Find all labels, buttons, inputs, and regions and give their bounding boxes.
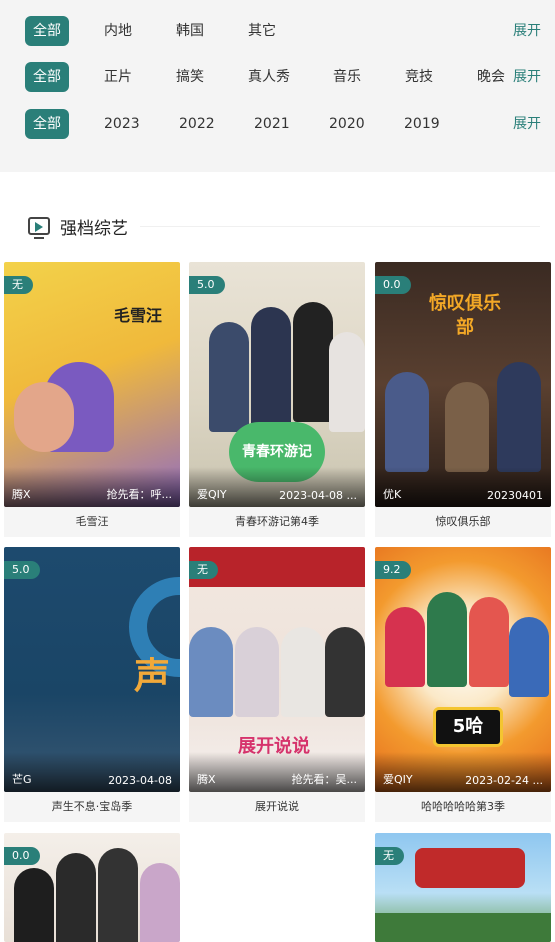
card-title: 毛雪汪 [4, 507, 180, 537]
rating-badge: 0.0 [4, 847, 40, 865]
show-card[interactable]: 5哈 9.2 爱QIY 2023-02-24 ... 哈哈哈哈哈第3季 [375, 547, 551, 822]
region-other-chip[interactable]: 其它 [248, 16, 276, 46]
poster-image: 声 5.0 芒G 2023-04-08 [4, 547, 180, 792]
rating-badge: 无 [189, 561, 218, 579]
genre-expand-button[interactable]: 展开 [513, 62, 541, 92]
section-divider [140, 226, 540, 227]
source-label: 优K [383, 488, 402, 501]
genre-reality-chip[interactable]: 真人秀 [248, 62, 290, 92]
show-card[interactable]: 惊叹俱乐部 0.0 优K 20230401 惊叹俱乐部 [375, 262, 551, 537]
region-korea-chip[interactable]: 韩国 [176, 16, 204, 46]
poster-image: 5哈 9.2 爱QIY 2023-02-24 ... [375, 547, 551, 792]
year-2020-chip[interactable]: 2020 [329, 109, 365, 139]
year-2019-chip[interactable]: 2019 [404, 109, 440, 139]
card-title: 展开说说 [189, 792, 365, 822]
region-expand-button[interactable]: 展开 [513, 16, 541, 46]
show-card[interactable]: 展开说说 无 腾X 抢先看：吴... 展开说说 [189, 547, 365, 822]
rating-badge: 无 [375, 847, 404, 865]
update-info: 20230401 [487, 489, 543, 502]
source-label: 爱QIY [197, 488, 227, 501]
poster-title-text: 惊叹俱乐部 [429, 293, 501, 338]
genre-filter-row: 全部 正片 搞笑 真人秀 音乐 竞技 晚会 展开 [0, 62, 555, 94]
poster-title-text: 声 [134, 656, 171, 697]
card-title: 青春环游记第4季 [189, 507, 365, 537]
show-card[interactable]: 无 [375, 833, 551, 942]
card-title: 惊叹俱乐部 [375, 507, 551, 537]
poster-image: 惊叹俱乐部 0.0 优K 20230401 [375, 262, 551, 507]
poster-image: 毛雪汪 无 腾X 抢先看：呼... [4, 262, 180, 507]
source-label: 芒G [12, 773, 32, 786]
show-card[interactable]: 毛雪汪 无 腾X 抢先看：呼... 毛雪汪 [4, 262, 180, 537]
update-info: 抢先看：呼... [106, 488, 173, 501]
card-title: 声生不息·宝岛季 [4, 792, 180, 822]
source-label: 爱QIY [383, 773, 413, 786]
genre-competition-chip[interactable]: 竞技 [405, 62, 433, 92]
card-title: 哈哈哈哈哈第3季 [375, 792, 551, 822]
genre-gala-chip[interactable]: 晚会 [477, 62, 505, 92]
update-info: 抢先看：吴... [291, 773, 358, 786]
region-mainland-chip[interactable]: 内地 [104, 16, 132, 46]
genre-all-chip[interactable]: 全部 [25, 62, 69, 92]
poster-image: 0.0 [4, 833, 180, 942]
poster-image: 展开说说 无 腾X 抢先看：吴... [189, 547, 365, 792]
year-filter-row: 全部 2023 2022 2021 2020 2019 展开 [0, 109, 555, 141]
region-all-chip[interactable]: 全部 [25, 16, 69, 46]
poster-title-text: 5哈 [433, 707, 503, 747]
rating-badge: 5.0 [189, 276, 225, 294]
year-2022-chip[interactable]: 2022 [179, 109, 215, 139]
show-card[interactable]: 声 5.0 芒G 2023-04-08 声生不息·宝岛季 [4, 547, 180, 822]
source-label: 腾X [197, 773, 216, 786]
section-title: 强档综艺 [60, 218, 128, 239]
filter-panel: 全部 内地 韩国 其它 展开 全部 正片 搞笑 真人秀 音乐 竞技 晚会 展开 … [0, 0, 555, 172]
region-filter-row: 全部 内地 韩国 其它 展开 [0, 16, 555, 48]
year-2023-chip[interactable]: 2023 [104, 109, 140, 139]
show-card[interactable]: 青春环游记 5.0 爱QIY 2023-04-08 ... 青春环游记第4季 [189, 262, 365, 537]
rating-badge: 无 [4, 276, 33, 294]
genre-comedy-chip[interactable]: 搞笑 [176, 62, 204, 92]
update-info: 2023-04-08 [108, 774, 172, 787]
rating-badge: 0.0 [375, 276, 411, 294]
rating-badge: 5.0 [4, 561, 40, 579]
genre-episode-chip[interactable]: 正片 [104, 62, 132, 92]
source-label: 腾X [12, 488, 31, 501]
show-card[interactable]: 0.0 [4, 833, 180, 942]
year-expand-button[interactable]: 展开 [513, 109, 541, 139]
year-2021-chip[interactable]: 2021 [254, 109, 290, 139]
tv-play-icon [28, 217, 50, 239]
poster-title-text: 毛雪汪 [114, 306, 163, 325]
genre-music-chip[interactable]: 音乐 [333, 62, 361, 92]
year-all-chip[interactable]: 全部 [25, 109, 69, 139]
poster-image: 无 [375, 833, 551, 942]
update-info: 2023-02-24 ... [465, 774, 543, 787]
update-info: 2023-04-08 ... [279, 489, 357, 502]
section-header: 强档综艺 [28, 210, 128, 242]
poster-image: 青春环游记 5.0 爱QIY 2023-04-08 ... [189, 262, 365, 507]
rating-badge: 9.2 [375, 561, 411, 579]
